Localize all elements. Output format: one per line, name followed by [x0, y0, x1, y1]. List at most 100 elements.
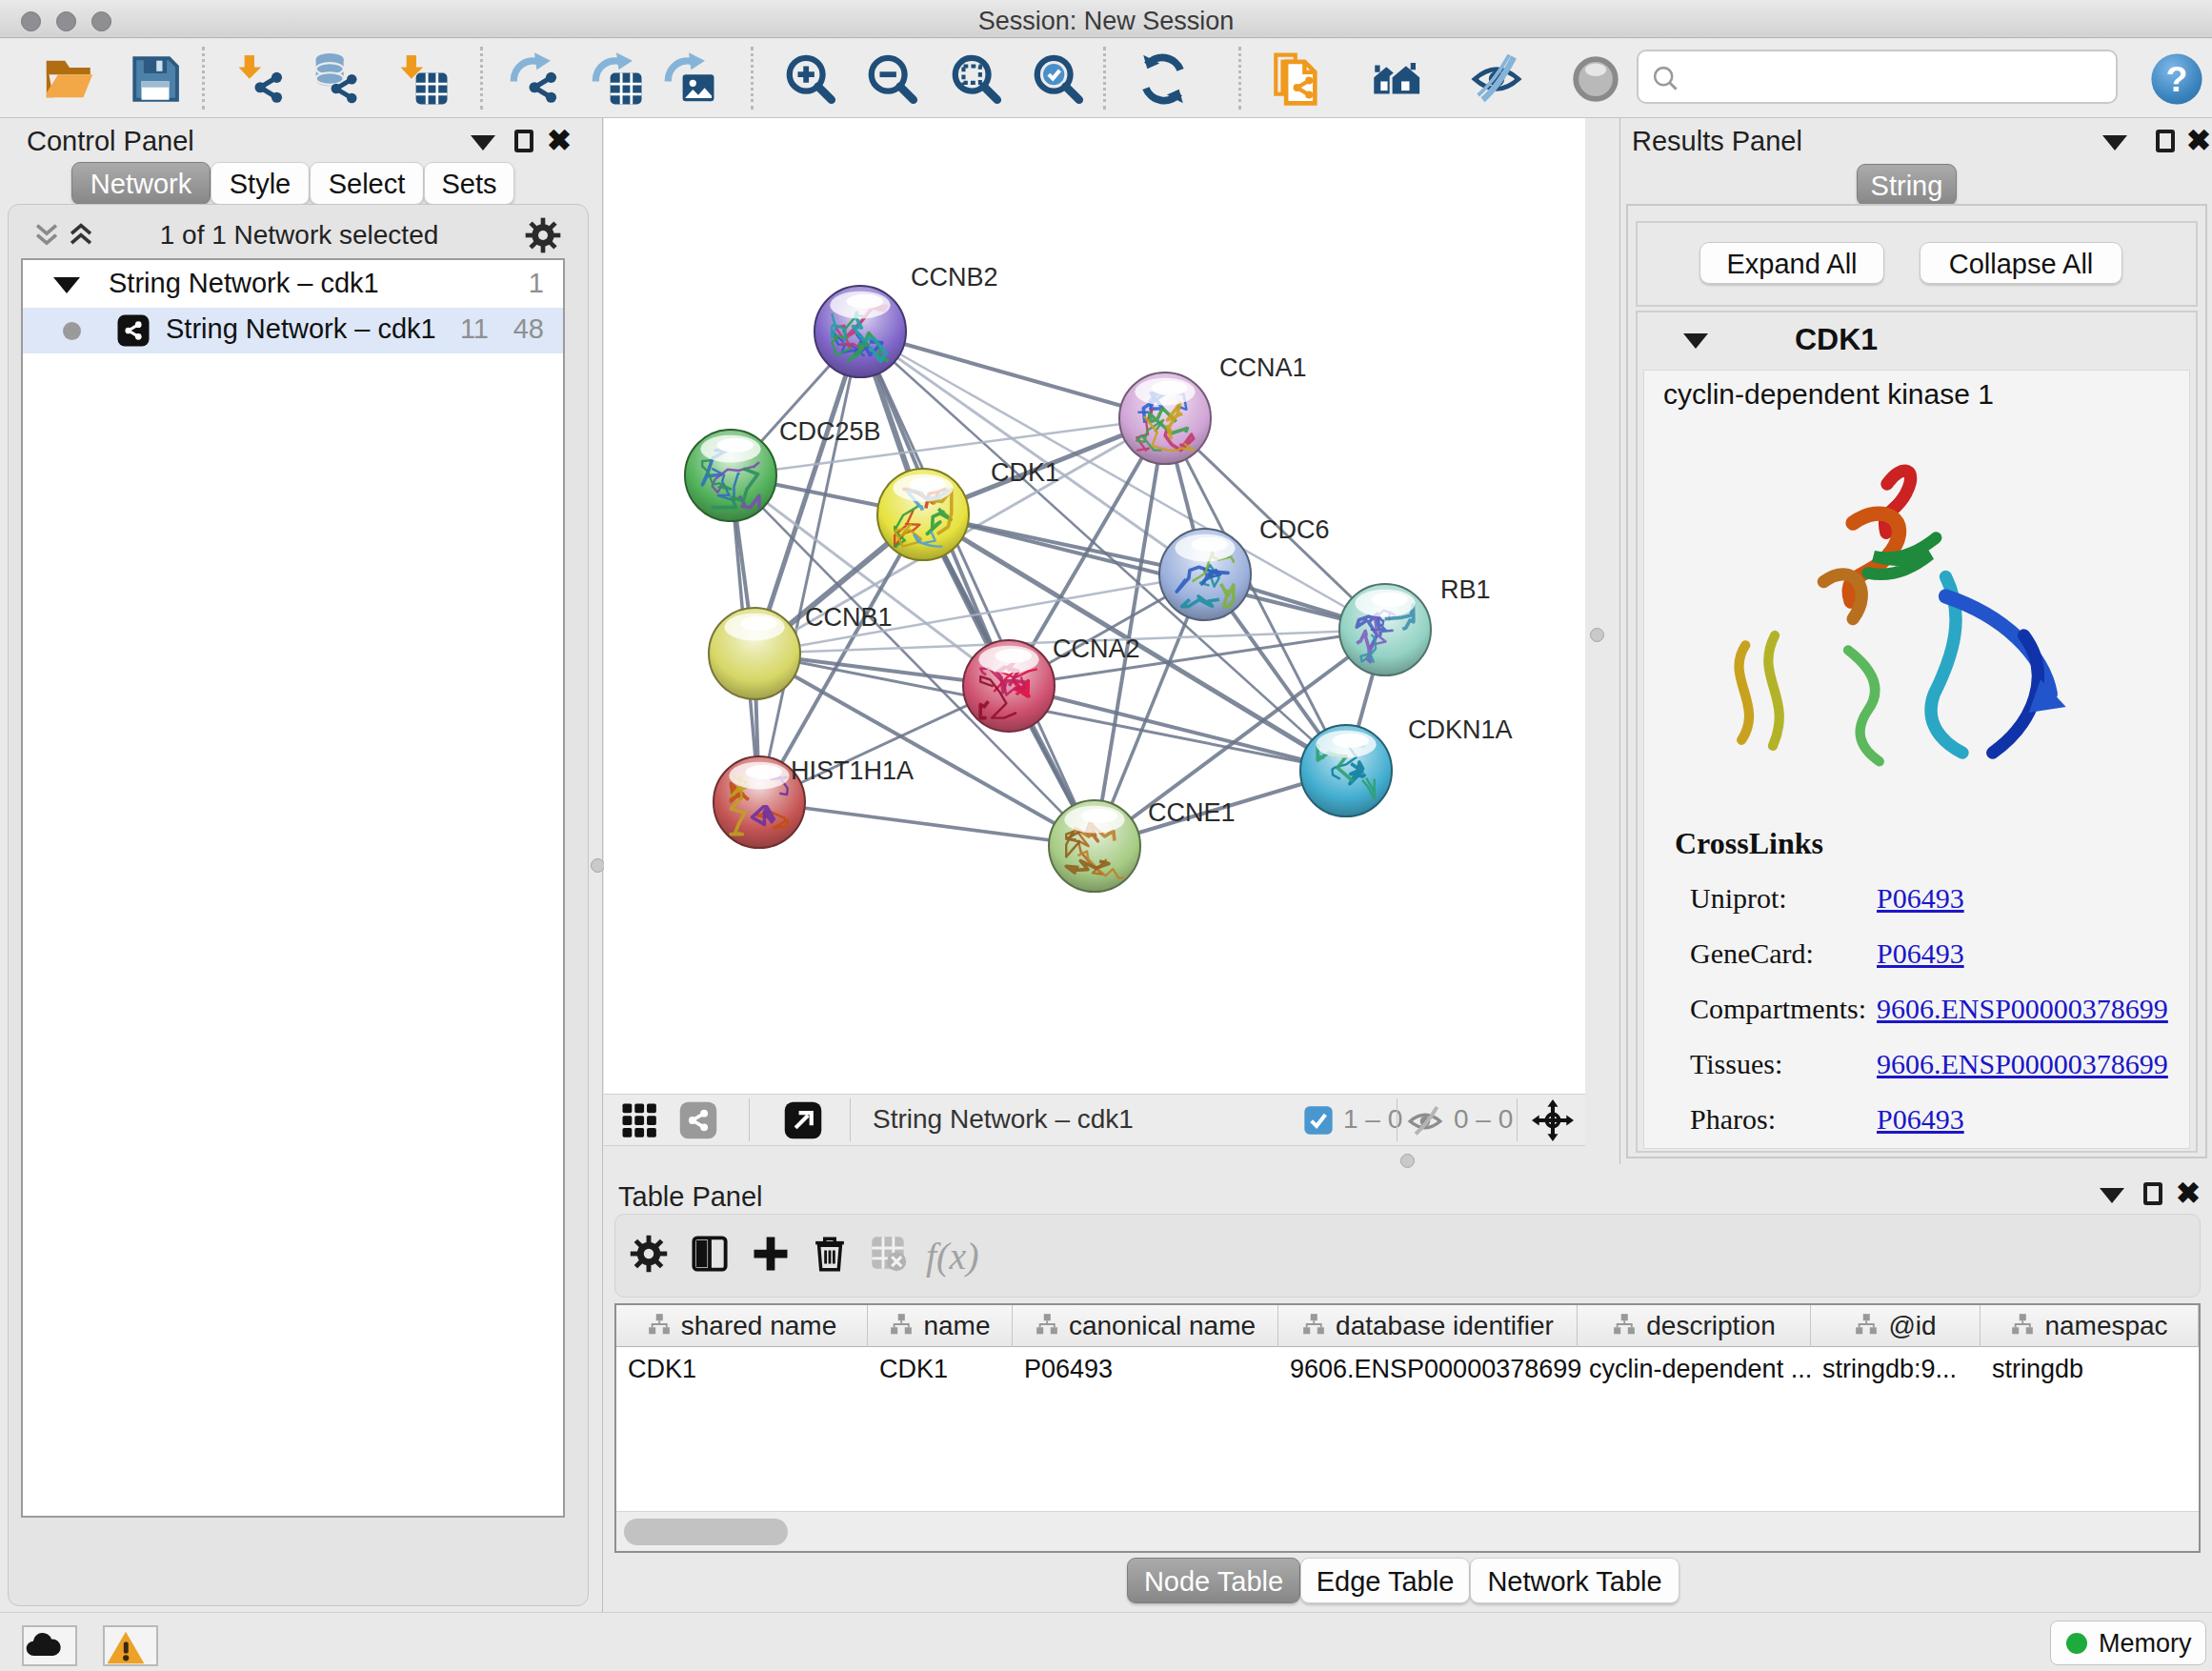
column-header-3[interactable]: database identifier: [1278, 1305, 1578, 1347]
hidden-eye-icon[interactable]: [1406, 1102, 1444, 1144]
node-CDK1[interactable]: CDK1: [877, 458, 1059, 560]
node-CCNB2[interactable]: CCNB2: [814, 263, 998, 377]
column-header-5[interactable]: @id: [1811, 1305, 1981, 1347]
hide-selected-icon[interactable]: [1469, 51, 1524, 107]
crosslink-link-1[interactable]: P06493: [1877, 937, 1964, 970]
control-panel-maximize-icon[interactable]: [514, 130, 533, 152]
column-header-label: name: [923, 1311, 990, 1341]
open-external-icon[interactable]: [783, 1100, 823, 1144]
export-image-icon[interactable]: [661, 51, 716, 107]
cell-0-2[interactable]: P06493: [1024, 1355, 1113, 1384]
table-panel-float-icon[interactable]: [2100, 1188, 2124, 1203]
collapse-all-button[interactable]: Collapse All: [1920, 242, 2122, 284]
cell-0-1[interactable]: CDK1: [879, 1355, 948, 1384]
open-session-icon[interactable]: [42, 51, 97, 107]
collection-expand-icon[interactable]: [53, 277, 80, 293]
table-panel-maximize-icon[interactable]: [2143, 1182, 2162, 1205]
results-panel-maximize-icon[interactable]: [2156, 130, 2175, 152]
zoom-out-icon[interactable]: [865, 51, 920, 107]
crosslink-link-3[interactable]: 9606.ENSP00000378699: [1877, 1048, 2168, 1080]
cell-0-6[interactable]: stringdb: [1992, 1355, 2083, 1384]
delete-column-icon[interactable]: [810, 1234, 850, 1278]
export-network-icon[interactable]: [507, 51, 562, 107]
selected-checkbox-icon[interactable]: [1303, 1105, 1334, 1139]
results-panel-close-icon[interactable]: ✖: [2186, 128, 2211, 154]
crosslink-link-4[interactable]: P06493: [1877, 1103, 1964, 1136]
bottom-status-bar: Memory: [0, 1612, 2212, 1671]
edge-CCNB2-CCNA1[interactable]: [860, 332, 1165, 418]
search-input[interactable]: [1637, 50, 2118, 104]
column-header-0[interactable]: shared name: [616, 1305, 868, 1347]
table-hscrollbar-thumb[interactable]: [624, 1519, 788, 1545]
zoom-in-icon[interactable]: [783, 51, 838, 107]
node-CDKN1A[interactable]: CDKN1A: [1300, 715, 1513, 816]
show-all-icon[interactable]: [1568, 51, 1623, 107]
tab-select[interactable]: Select: [310, 162, 424, 205]
gene-collapse-icon[interactable]: [1683, 333, 1708, 349]
network-icon: [116, 313, 151, 352]
control-panel-close-icon[interactable]: ✖: [547, 128, 572, 154]
table-panel-close-icon[interactable]: ✖: [2176, 1180, 2201, 1207]
cloud-button[interactable]: [22, 1625, 77, 1666]
column-header-4[interactable]: description: [1578, 1305, 1811, 1347]
tab-edge-table[interactable]: Edge Table: [1300, 1558, 1470, 1603]
tab-string[interactable]: String: [1857, 164, 1957, 206]
node-RB1[interactable]: RB1: [1339, 575, 1491, 675]
table-gear[interactable]: [629, 1234, 669, 1278]
fit-content-icon[interactable]: [1532, 1099, 1574, 1145]
edge-CCNB2-HIST1H1A[interactable]: [759, 332, 860, 802]
table-hscrollbar[interactable]: [616, 1511, 2199, 1551]
save-session-icon[interactable]: [128, 51, 183, 107]
zoom-selected-icon[interactable]: [1031, 51, 1086, 107]
network-view-canvas[interactable]: CCNB2CCNA1CDC25BCDK1CDC6RB1CCNB1CCNA2CDK…: [604, 118, 1585, 1094]
tab-network[interactable]: Network: [71, 162, 211, 205]
node-label-CDC25B: CDC25B: [779, 417, 881, 446]
left-splitter-handle[interactable]: [591, 858, 605, 873]
results-panel-float-icon[interactable]: [2102, 135, 2127, 151]
network-collection-row[interactable]: String Network – cdk1 1: [23, 262, 563, 308]
expand-all-button[interactable]: Expand All: [1699, 242, 1884, 284]
import-table-icon[interactable]: [394, 51, 450, 107]
crosslink-link-2[interactable]: 9606.ENSP00000378699: [1877, 993, 2168, 1025]
toolbar-separator: [751, 47, 754, 110]
birds-eye-view-icon[interactable]: [619, 1100, 659, 1144]
cell-0-5[interactable]: stringdb:9...: [1822, 1355, 1957, 1384]
add-column-icon[interactable]: [751, 1234, 791, 1278]
column-header-2[interactable]: canonical name: [1013, 1305, 1278, 1347]
crosslink-link-0[interactable]: P06493: [1877, 882, 1964, 915]
tab-node-table[interactable]: Node Table: [1127, 1558, 1300, 1603]
network-row[interactable]: String Network – cdk1 11 48: [23, 308, 563, 353]
right-splitter-handle[interactable]: [1590, 628, 1604, 642]
node-HIST1H1A[interactable]: HIST1H1A: [714, 756, 914, 848]
zoom-fit-icon[interactable]: [949, 51, 1004, 107]
cell-0-3[interactable]: 9606.ENSP00000378699: [1290, 1355, 1581, 1384]
network-options-gear-icon[interactable]: [524, 216, 562, 258]
tab-sets[interactable]: Sets: [424, 162, 514, 205]
control-panel-float-icon[interactable]: [471, 135, 495, 151]
cell-0-4[interactable]: cyclin-dependent ...: [1589, 1355, 1812, 1384]
help-button[interactable]: ?: [2149, 51, 2204, 107]
warning-button[interactable]: [103, 1625, 158, 1666]
bottom-splitter-handle[interactable]: [1400, 1154, 1415, 1168]
node-label-CCNA2: CCNA2: [1053, 634, 1140, 663]
column-header-6[interactable]: namespac: [1981, 1305, 2199, 1347]
share-document-icon[interactable]: [1269, 51, 1324, 107]
column-header-1[interactable]: name: [868, 1305, 1013, 1347]
node-CCNA1[interactable]: CCNA1: [1119, 353, 1307, 464]
tab-network-table[interactable]: Network Table: [1470, 1558, 1679, 1603]
tab-style[interactable]: Style: [211, 162, 310, 205]
import-database-icon[interactable]: [307, 51, 362, 107]
import-network-icon[interactable]: [232, 51, 288, 107]
edge-HIST1H1A-CCNE1[interactable]: [759, 802, 1095, 846]
cell-0-0[interactable]: CDK1: [628, 1355, 696, 1384]
memory-button[interactable]: Memory: [2050, 1621, 2206, 1665]
node-CCNA2[interactable]: CCNA2: [963, 634, 1140, 732]
network-graph[interactable]: CCNB2CCNA1CDC25BCDK1CDC6RB1CCNB1CCNA2CDK…: [604, 118, 1585, 1094]
network-thumbnail-icon[interactable]: [678, 1100, 718, 1144]
crosslink-label-2: Compartments:: [1690, 993, 1866, 1025]
refresh-icon[interactable]: [1136, 51, 1191, 107]
export-table-icon[interactable]: [589, 51, 644, 107]
split-column-icon[interactable]: [690, 1234, 730, 1278]
network-overview-icon[interactable]: [1368, 51, 1423, 107]
node-table[interactable]: shared name name canonical namedatabase id…: [614, 1303, 2201, 1553]
